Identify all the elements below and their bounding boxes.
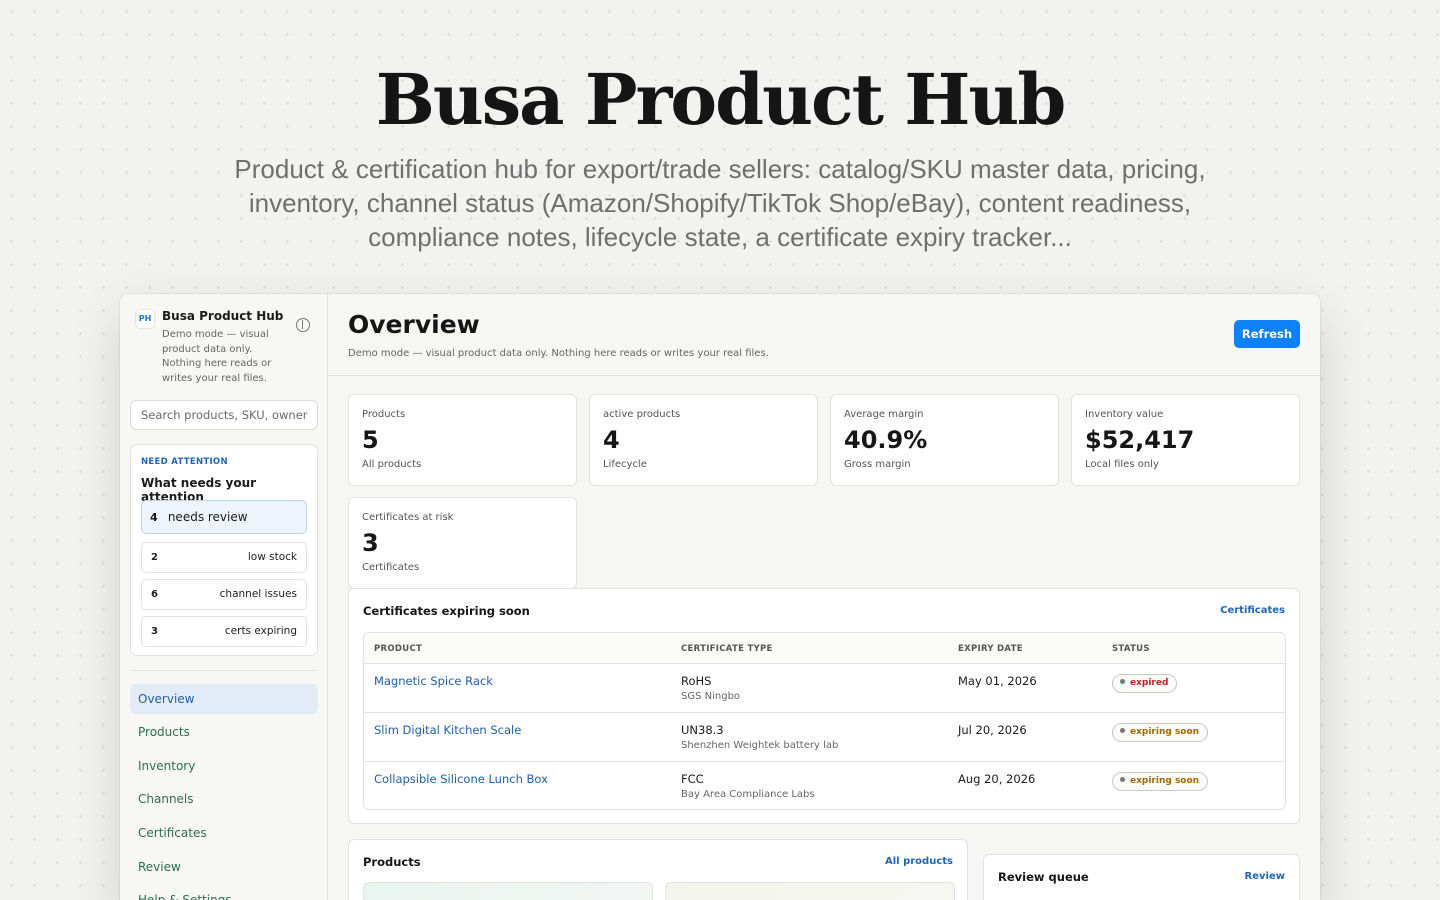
attention-count: 3 — [151, 626, 158, 637]
hero-title: Busa Product Hub — [375, 58, 1067, 141]
attention-label: needs review — [167, 510, 248, 524]
stat-value: 4 — [603, 426, 620, 454]
sidebar-item-certificates[interactable]: Certificates — [130, 818, 318, 848]
attention-label: channel issues — [219, 588, 297, 600]
sidebar-item-review[interactable]: Review — [130, 852, 318, 882]
table-row: Magnetic Spice Rack RoHS SGS Ningbo May … — [364, 664, 1285, 713]
attention-count: 2 — [151, 552, 158, 563]
stat-caption: Lifecycle — [603, 459, 647, 470]
stat-value: 40.9% — [844, 426, 928, 454]
product-card-thumbnail[interactable] — [363, 882, 653, 900]
certificate-lab: Bay Area Compliance Labs — [681, 789, 815, 800]
app-logo-icon: PH — [136, 310, 154, 328]
status-badge: expired — [1112, 674, 1178, 693]
status-label: expiring soon — [1130, 727, 1200, 737]
stat-label: Certificates at risk — [362, 512, 454, 523]
attention-item-channel-issues[interactable]: 6 channel issues — [141, 579, 307, 610]
stat-caption: All products — [362, 459, 422, 470]
expiry-date: Aug 20, 2026 — [958, 772, 1036, 786]
page-title: Overview — [348, 310, 480, 339]
expiry-date: May 01, 2026 — [958, 674, 1037, 688]
stat-card-average-margin: Average margin 40.9% Gross margin — [830, 394, 1059, 486]
stat-caption: Certificates — [362, 562, 420, 573]
table-row: Slim Digital Kitchen Scale UN38.3 Shenzh… — [364, 713, 1285, 762]
review-queue-panel: Review queue Review — [983, 854, 1300, 900]
app-name: Busa Product Hub — [162, 309, 284, 323]
sidebar-item-overview[interactable]: Overview — [130, 684, 318, 714]
expiry-date: Jul 20, 2026 — [958, 723, 1027, 737]
stat-label: Inventory value — [1085, 409, 1164, 420]
page-header: Overview Demo mode — visual product data… — [328, 294, 1320, 376]
attention-count: 4 — [150, 511, 158, 524]
column-header-certificate-type: CERTIFICATE TYPE — [681, 644, 773, 654]
sidebar: PH Busa Product Hub Demo mode — visual p… — [120, 294, 328, 900]
stat-caption: Gross margin — [844, 459, 911, 470]
attention-panel: NEED ATTENTION What needs your attention… — [130, 444, 318, 656]
stat-label: Average margin — [844, 409, 924, 420]
sidebar-item-inventory[interactable]: Inventory — [130, 751, 318, 781]
status-dot-icon — [1120, 679, 1125, 684]
products-panel: Products All products — [348, 839, 968, 900]
app-description: Demo mode — visual product data only. No… — [162, 329, 272, 384]
sidebar-item-help-settings[interactable]: Help & Settings — [130, 885, 318, 900]
attention-kicker: NEED ATTENTION — [141, 457, 228, 467]
stat-label: active products — [603, 409, 681, 420]
product-link[interactable]: Collapsible Silicone Lunch Box — [374, 772, 548, 786]
sidebar-toggle-icon[interactable] — [296, 318, 310, 332]
app-window: PH Busa Product Hub Demo mode — visual p… — [120, 294, 1320, 900]
certificate-lab: SGS Ningbo — [681, 691, 741, 702]
review-queue-title: Review queue — [998, 870, 1089, 884]
certificates-panel-title: Certificates expiring soon — [363, 604, 530, 618]
product-link[interactable]: Magnetic Spice Rack — [374, 674, 493, 688]
sidebar-item-products[interactable]: Products — [130, 717, 318, 747]
stat-value: 5 — [362, 426, 379, 454]
stat-card-inventory-value: Inventory value $52,417 Local files only — [1071, 394, 1300, 486]
product-link[interactable]: Slim Digital Kitchen Scale — [374, 723, 521, 737]
stat-card-certificates-at-risk: Certificates at risk 3 Certificates — [348, 497, 577, 589]
stat-value: $52,417 — [1085, 426, 1195, 454]
products-panel-title: Products — [363, 855, 421, 869]
certificate-type: FCC — [681, 772, 704, 786]
table-header: PRODUCT CERTIFICATE TYPE EXPIRY DATE STA… — [364, 633, 1285, 664]
review-link[interactable]: Review — [1245, 871, 1285, 882]
attention-count: 6 — [151, 589, 158, 600]
certificate-lab: Shenzhen Weightek battery lab — [681, 740, 839, 751]
status-badge: expiring soon — [1112, 772, 1209, 791]
stat-card-active-products: active products 4 Lifecycle — [589, 394, 818, 486]
column-header-product: PRODUCT — [374, 644, 423, 654]
status-dot-icon — [1120, 777, 1125, 782]
all-products-link[interactable]: All products — [885, 856, 953, 867]
certificates-panel: Certificates expiring soon Certificates … — [348, 588, 1300, 824]
refresh-button[interactable]: Refresh — [1234, 320, 1300, 348]
stat-label: Products — [362, 409, 406, 420]
stat-caption: Local files only — [1085, 459, 1159, 470]
search-input[interactable] — [130, 400, 318, 430]
attention-item-needs-review[interactable]: 4 needs review — [141, 500, 307, 534]
product-card-thumbnail[interactable] — [665, 882, 955, 900]
hero-description: Product & certification hub for export/t… — [234, 154, 1206, 252]
main-content: Overview Demo mode — visual product data… — [328, 294, 1320, 900]
certificates-table: PRODUCT CERTIFICATE TYPE EXPIRY DATE STA… — [363, 632, 1286, 810]
status-dot-icon — [1120, 728, 1125, 733]
attention-item-low-stock[interactable]: 2 low stock — [141, 542, 307, 573]
stat-value: 3 — [362, 529, 379, 557]
status-badge: expiring soon — [1112, 723, 1209, 742]
attention-item-certs-expiring[interactable]: 3 certs expiring — [141, 616, 307, 647]
attention-label: low stock — [247, 551, 297, 563]
certificates-link[interactable]: Certificates — [1220, 605, 1285, 616]
stat-card-products: Products 5 All products — [348, 394, 577, 486]
certificate-type: RoHS — [681, 674, 712, 688]
sidebar-divider — [130, 670, 318, 671]
certificate-type: UN38.3 — [681, 723, 724, 737]
attention-label: certs expiring — [224, 625, 297, 637]
column-header-expiry-date: EXPIRY DATE — [958, 644, 1023, 654]
column-header-status: STATUS — [1112, 644, 1150, 654]
table-row: Collapsible Silicone Lunch Box FCC Bay A… — [364, 762, 1285, 809]
sidebar-item-channels[interactable]: Channels — [130, 784, 318, 814]
status-label: expired — [1130, 678, 1169, 688]
status-label: expiring soon — [1130, 776, 1200, 786]
page-subtitle: Demo mode — visual product data only. No… — [348, 348, 769, 359]
